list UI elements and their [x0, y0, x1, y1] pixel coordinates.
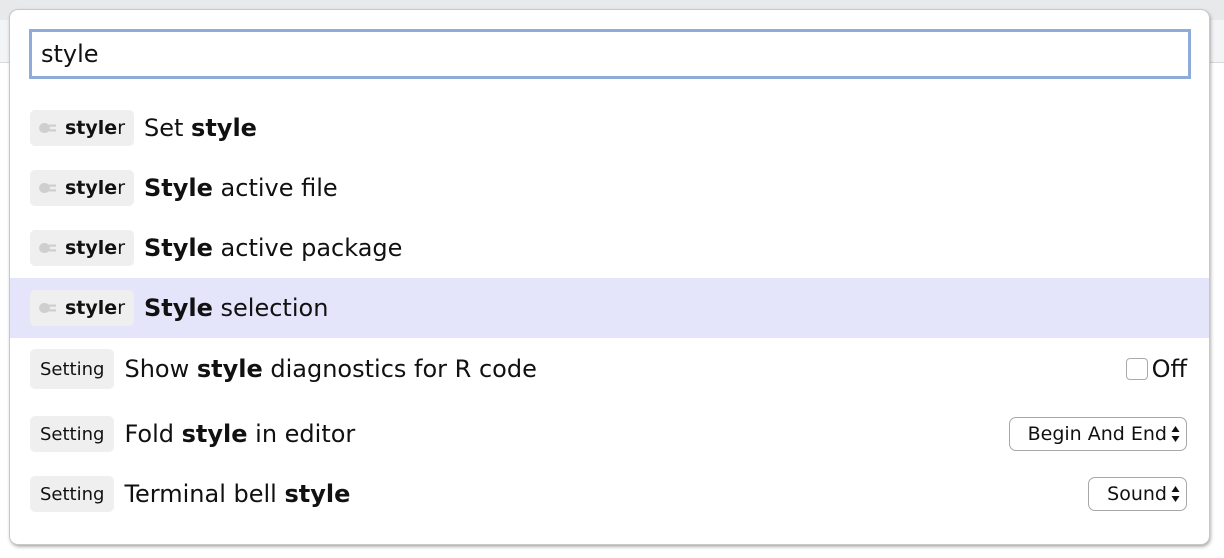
- setting-badge: Setting: [30, 349, 115, 389]
- result-item-style-active-file[interactable]: style r Style active file: [10, 158, 1209, 218]
- plug-icon: [39, 303, 56, 313]
- result-label: Set style: [144, 114, 257, 142]
- styler-badge: style r: [30, 230, 134, 266]
- result-label: Show style diagnostics for R code: [124, 355, 537, 383]
- styler-badge: style r: [30, 170, 134, 206]
- styler-badge: style r: [30, 110, 134, 146]
- result-label: Terminal bell style: [124, 480, 351, 508]
- setting-badge: Setting: [30, 416, 115, 452]
- checkbox-label: Off: [1151, 355, 1187, 383]
- plug-icon: [39, 243, 56, 253]
- setting-item-terminal-bell-style[interactable]: Setting Terminal bell style Sound: [10, 464, 1209, 524]
- command-palette: styler Set style styler Style active fil…: [10, 10, 1209, 544]
- fold-style-select[interactable]: Begin And End: [1008, 417, 1187, 451]
- setting-badge: Setting: [30, 476, 115, 512]
- setting-item-fold-style[interactable]: Setting Fold style in editor Begin And E…: [10, 404, 1209, 464]
- result-label: Fold style in editor: [124, 420, 356, 448]
- command-search-input[interactable]: [29, 29, 1191, 79]
- select-arrows-icon: [1171, 426, 1180, 442]
- plug-icon: [39, 183, 56, 193]
- result-item-style-selection[interactable]: style r Style selection: [10, 278, 1209, 338]
- setting-item-style-diagnostics[interactable]: Setting Show style diagnostics for R cod…: [10, 338, 1209, 400]
- terminal-bell-style-select[interactable]: Sound: [1088, 477, 1187, 511]
- select-arrows-icon: [1171, 486, 1180, 502]
- styler-badge: style r: [30, 290, 134, 326]
- style-diagnostics-checkbox[interactable]: [1125, 358, 1148, 380]
- result-label: Style active package: [144, 234, 403, 262]
- result-item-style-active-package[interactable]: style r Style active package: [10, 218, 1209, 278]
- result-label: Style selection: [144, 294, 329, 322]
- result-label: Style active file: [144, 174, 338, 202]
- toggle-control[interactable]: Off: [1125, 355, 1187, 383]
- result-item-set-style[interactable]: style r Set style: [10, 98, 1209, 158]
- plug-icon: [39, 123, 56, 133]
